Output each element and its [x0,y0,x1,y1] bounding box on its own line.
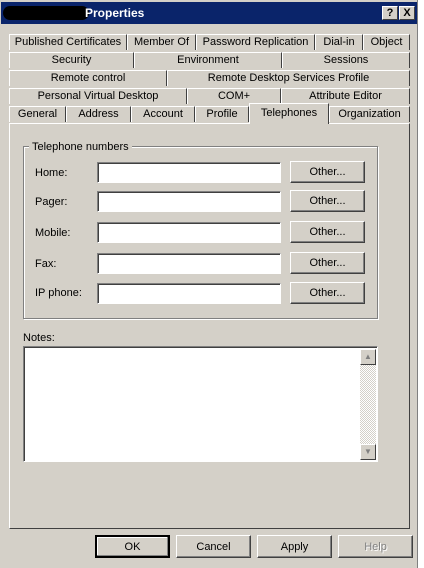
tab-organization[interactable]: Organization [329,106,410,122]
ip-phone-label: IP phone: [35,287,82,299]
mobile-other-button[interactable]: Other... [290,221,365,243]
fax-label: Fax: [35,258,57,270]
tab-com-plus[interactable]: COM+ [187,88,281,104]
ip-phone-other-button[interactable]: Other... [290,282,365,304]
tab-member-of[interactable]: Member Of [127,34,196,50]
cancel-button[interactable]: Cancel [176,535,251,558]
properties-dialog: Properties ? X Published Certificates Me… [0,0,418,568]
home-phone-input[interactable] [97,162,281,183]
telephone-numbers-label: Telephone numbers [29,141,132,153]
notes-textarea[interactable]: ▲ ▼ [23,346,378,462]
mobile-input[interactable] [97,222,281,243]
tab-security[interactable]: Security [9,52,134,68]
close-button[interactable]: X [399,6,415,20]
pager-label: Pager: [35,196,68,208]
ip-phone-input[interactable] [97,283,281,304]
ok-button[interactable]: OK [95,535,170,558]
tab-published-certificates[interactable]: Published Certificates [9,34,127,50]
tab-profile[interactable]: Profile [195,106,249,122]
tab-telephones[interactable]: Telephones [249,103,329,124]
notes-label: Notes: [23,332,55,344]
tab-account[interactable]: Account [131,106,195,122]
up-arrow-icon: ▲ [364,352,372,361]
tab-object[interactable]: Object [363,34,410,50]
scroll-down-button[interactable]: ▼ [360,444,376,460]
tab-personal-virtual-desktop[interactable]: Personal Virtual Desktop [9,88,187,104]
notes-scrollbar[interactable]: ▲ ▼ [360,349,376,460]
down-arrow-icon: ▼ [364,447,372,456]
tab-password-replication[interactable]: Password Replication [196,34,315,50]
tab-dial-in[interactable]: Dial-in [315,34,363,50]
tab-sessions[interactable]: Sessions [282,52,410,68]
tab-general[interactable]: General [9,106,66,122]
pager-input[interactable] [97,191,281,212]
redacted-title-prefix [3,6,89,20]
window-title: Properties [85,6,145,20]
apply-button[interactable]: Apply [257,535,332,558]
title-bar[interactable]: Properties ? X [1,2,417,24]
scroll-up-button[interactable]: ▲ [360,349,376,365]
fax-other-button[interactable]: Other... [290,252,365,274]
help-footer-button[interactable]: Help [338,535,413,558]
pager-other-button[interactable]: Other... [290,190,365,212]
tab-remote-desktop-services-profile[interactable]: Remote Desktop Services Profile [167,70,410,86]
fax-input[interactable] [97,253,281,274]
mobile-label: Mobile: [35,227,71,239]
tab-address[interactable]: Address [66,106,131,122]
home-other-button[interactable]: Other... [290,161,365,183]
tab-attribute-editor[interactable]: Attribute Editor [281,88,410,104]
help-button[interactable]: ? [382,6,398,20]
tab-environment[interactable]: Environment [134,52,282,68]
tab-remote-control[interactable]: Remote control [9,70,167,86]
home-label: Home: [35,167,68,179]
